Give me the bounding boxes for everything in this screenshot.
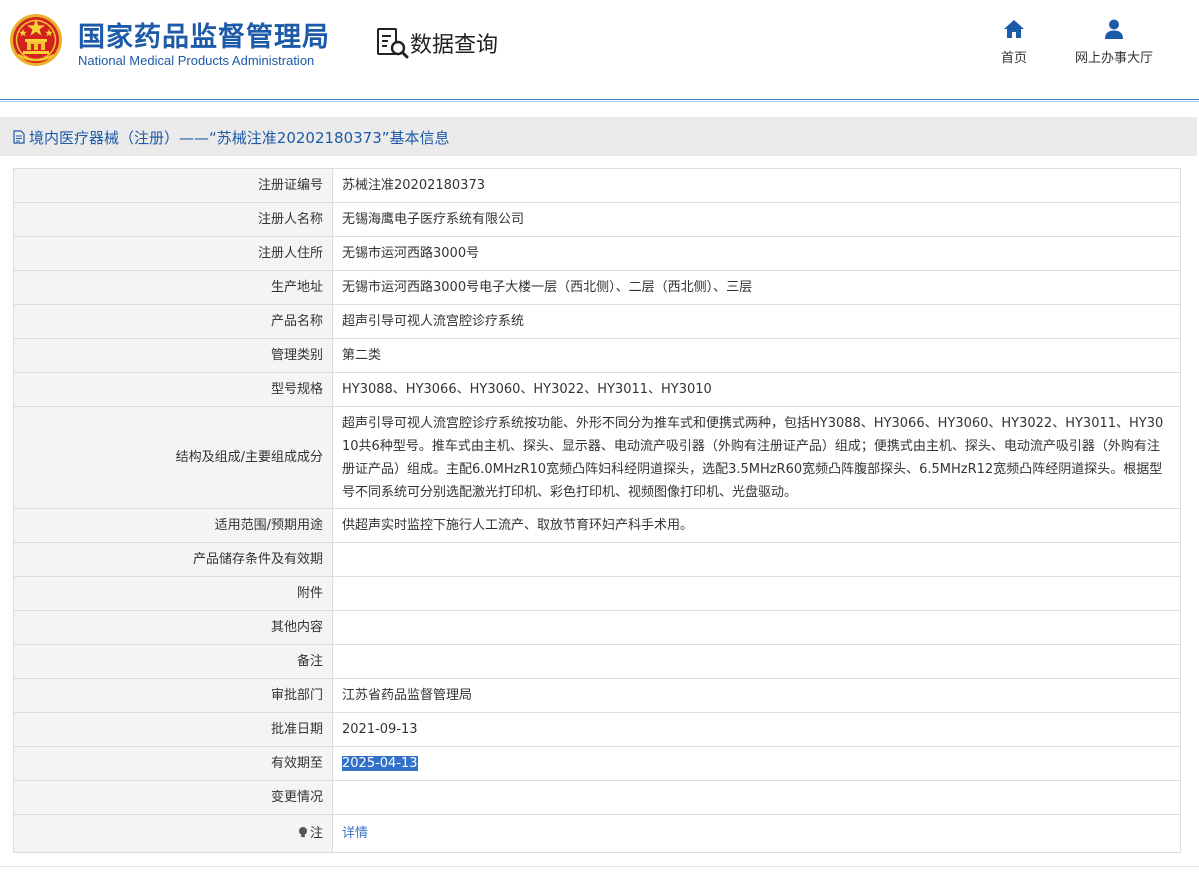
document-icon (13, 130, 25, 144)
query-label: 数据查询 (410, 33, 499, 58)
table-row: 适用范围/预期用途 供超声实时监控下施行人工流产、取放节育环妇产科手术用。 (13, 508, 1181, 543)
row-value: 无锡市运河西路3000号 (332, 236, 1181, 271)
row-value (332, 644, 1181, 679)
row-value: 2021-09-13 (332, 712, 1181, 747)
page-bottom-divider (0, 866, 1199, 867)
nav-home[interactable]: 首页 (994, 18, 1034, 66)
row-value: 江苏省药品监督管理局 (332, 678, 1181, 713)
row-label: 注册人名称 (13, 202, 333, 237)
org-name-cn: 国家药品监督管理局 (78, 22, 330, 53)
selected-expiry-date[interactable]: 2025-04-13 (342, 756, 418, 771)
row-label: 产品名称 (13, 304, 333, 339)
row-value: 苏械注准20202180373 (332, 168, 1181, 203)
table-row: 注册人名称 无锡海鹰电子医疗系统有限公司 (13, 202, 1181, 237)
row-label: 备注 (13, 644, 333, 679)
table-row: 注册证编号 苏械注准20202180373 (13, 168, 1181, 203)
row-label: 变更情况 (13, 780, 333, 815)
row-label: 产品储存条件及有效期 (13, 542, 333, 577)
nav-online-service-hall-label: 网上办事大厅 (1074, 51, 1153, 66)
header-divider (0, 99, 1199, 100)
row-label: 其他内容 (13, 610, 333, 645)
section-title: 境内医疗器械（注册）——“苏械注准20202180373”基本信息 (29, 129, 450, 147)
lightbulb-icon (298, 827, 307, 838)
user-icon (1105, 19, 1123, 39)
home-icon (1004, 20, 1024, 38)
details-link[interactable]: 详情 (342, 826, 368, 841)
table-row: 变更情况 (13, 780, 1181, 815)
table-row: 管理类别 第二类 (13, 338, 1181, 373)
national-emblem-icon (10, 14, 62, 66)
row-value (332, 780, 1181, 815)
row-value (332, 576, 1181, 611)
row-value: 无锡海鹰电子医疗系统有限公司 (332, 202, 1181, 237)
row-label: 注册证编号 (13, 168, 333, 203)
table-row: 结构及组成/主要组成成分 超声引导可视人流宫腔诊疗系统按功能、外形不同分为推车式… (13, 406, 1181, 509)
row-value: 超声引导可视人流宫腔诊疗系统 (332, 304, 1181, 339)
data-query-title: 数据查询 (375, 26, 498, 60)
row-value: 第二类 (332, 338, 1181, 373)
table-row: 附件 (13, 576, 1181, 611)
table-row: 有效期至 2025-04-13 (13, 746, 1181, 781)
row-label: 批准日期 (13, 712, 333, 747)
table-row: 批准日期 2021-09-13 (13, 712, 1181, 747)
row-label-note: 注 (13, 814, 333, 853)
site-header: 国家药品监督管理局 National Medical Products Admi… (0, 0, 1199, 99)
row-value-cell: 2025-04-13 (332, 746, 1181, 781)
row-value: HY3088、HY3066、HY3060、HY3022、HY3011、HY301… (332, 372, 1181, 407)
org-name-en: National Medical Products Administration (78, 53, 315, 68)
row-value (332, 542, 1181, 577)
nav-online-service-hall[interactable]: 网上办事大厅 (1066, 18, 1162, 66)
note-label: 注 (309, 826, 323, 841)
row-label: 型号规格 (13, 372, 333, 407)
row-label: 附件 (13, 576, 333, 611)
row-label: 结构及组成/主要组成成分 (13, 406, 333, 509)
record-detail-table: 注册证编号 苏械注准20202180373 注册人名称 无锡海鹰电子医疗系统有限… (13, 168, 1181, 853)
table-row: 审批部门 江苏省药品监督管理局 (13, 678, 1181, 713)
row-label: 管理类别 (13, 338, 333, 373)
row-label: 有效期至 (13, 746, 333, 781)
row-label: 生产地址 (13, 270, 333, 305)
nav-home-label: 首页 (1000, 51, 1027, 66)
section-title-bar: 境内医疗器械（注册）——“苏械注准20202180373”基本信息 (0, 117, 1197, 156)
document-search-icon (377, 28, 409, 59)
table-row: 注 详情 (13, 814, 1181, 853)
row-value: 超声引导可视人流宫腔诊疗系统按功能、外形不同分为推车式和便携式两种，包括HY30… (332, 406, 1181, 509)
row-label: 注册人住所 (13, 236, 333, 271)
table-row: 型号规格 HY3088、HY3066、HY3060、HY3022、HY3011、… (13, 372, 1181, 407)
table-row: 其他内容 (13, 610, 1181, 645)
table-row: 产品名称 超声引导可视人流宫腔诊疗系统 (13, 304, 1181, 339)
row-value: 无锡市运河西路3000号电子大楼一层（西北侧）、二层（西北侧）、三层 (332, 270, 1181, 305)
row-label: 审批部门 (13, 678, 333, 713)
row-value-cell: 详情 (332, 814, 1181, 853)
table-row: 生产地址 无锡市运河西路3000号电子大楼一层（西北侧）、二层（西北侧）、三层 (13, 270, 1181, 305)
row-label: 适用范围/预期用途 (13, 508, 333, 543)
table-row: 备注 (13, 644, 1181, 679)
row-value (332, 610, 1181, 645)
table-row: 产品储存条件及有效期 (13, 542, 1181, 577)
header-divider-secondary (0, 101, 1199, 102)
row-value: 供超声实时监控下施行人工流产、取放节育环妇产科手术用。 (332, 508, 1181, 543)
table-row: 注册人住所 无锡市运河西路3000号 (13, 236, 1181, 271)
